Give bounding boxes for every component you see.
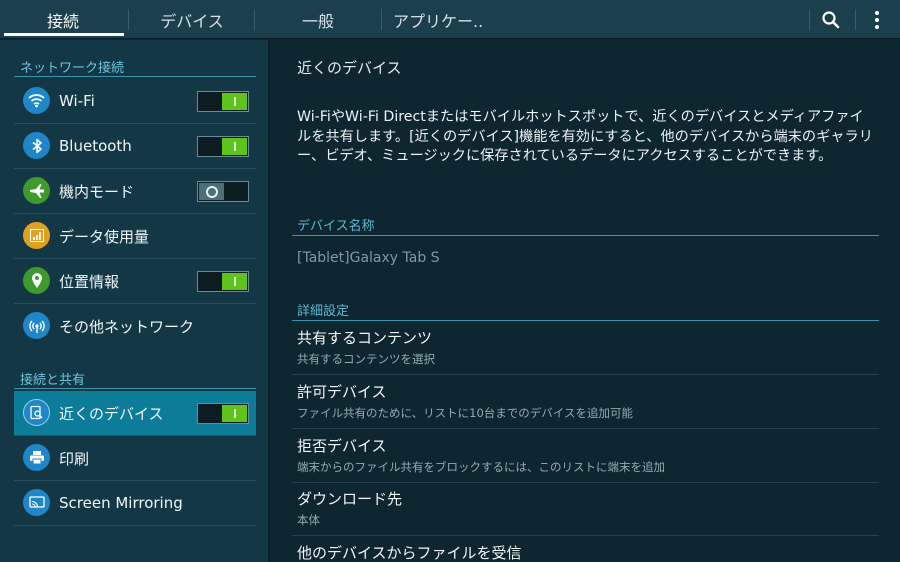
sidebar-item-other-networks[interactable]: その他ネットワーク [14,304,256,348]
setting-shared-content[interactable]: 共有するコンテンツ 共有するコンテンツを選択 [292,322,879,375]
setting-subtitle: ファイル共有のために、リストに10台までのデバイスを追加可能 [297,406,633,420]
toggle-knob [222,138,247,155]
sidebar-item-bluetooth[interactable]: Bluetooth [14,124,256,168]
sidebar-item-airplane-mode[interactable]: 機内モード [14,169,256,213]
location-icon [23,267,50,294]
device-name-value[interactable]: [Tablet]Galaxy Tab S [297,250,440,266]
row-divider [292,535,879,536]
nearby-devices-icon [23,399,50,426]
sidebar-item-location[interactable]: 位置情報 [14,259,256,303]
section-header-device-name: デバイス名称 [297,219,375,234]
setting-download-location[interactable]: ダウンロード先 本体 [292,483,879,536]
sidebar-item-label: 印刷 [59,449,90,468]
setting-title: ダウンロード先 [297,490,403,508]
section-header-network: ネットワーク接続 [20,61,125,76]
nearby-devices-toggle[interactable] [197,403,249,424]
search-icon [822,10,840,28]
section-divider [292,320,879,321]
sidebar-item-screen-mirroring[interactable]: Screen Mirroring [14,481,256,525]
setting-subtitle: 本体 [297,513,320,527]
sidebar-item-label: その他ネットワーク [59,317,195,336]
sidebar-item-label: Wi-Fi [59,92,95,110]
bluetooth-toggle[interactable] [197,136,249,157]
setting-title: 許可デバイス [297,383,387,401]
page-title: 近くのデバイス [297,59,402,77]
toggle-knob [222,273,247,290]
sidebar-item-label: 機内モード [59,182,135,201]
tab-general[interactable]: 一般 [255,0,381,39]
sidebar-item-label: Bluetooth [59,137,132,155]
setting-allowed-devices[interactable]: 許可デバイス ファイル共有のために、リストに10台までのデバイスを追加可能 [292,376,879,429]
section-divider [14,388,256,389]
tab-label: 接続 [46,11,79,31]
network-icon [23,312,50,339]
setting-subtitle: 端末からのファイル共有をブロックするには、このリストに端末を追加 [297,460,665,474]
wifi-toggle[interactable] [197,91,249,112]
tab-label: デバイス [160,11,224,31]
location-toggle[interactable] [197,271,249,292]
sidebar-item-nearby-devices[interactable]: 近くのデバイス [14,391,256,435]
setting-subtitle: 共有するコンテンツを選択 [297,352,435,366]
sidebar-item-data-usage[interactable]: データ使用量 [14,214,256,258]
more-options-button[interactable] [857,0,897,39]
toolbar-divider [855,9,856,30]
sidebar-item-label: Screen Mirroring [59,494,183,512]
toggle-knob [222,405,247,422]
top-tab-bar: 接続 デバイス 一般 アプリケー.. [0,0,900,39]
sidebar-item-print[interactable]: 印刷 [14,436,256,480]
screen-mirroring-icon [23,489,50,516]
setting-title: 他のデバイスからファイルを受信 [297,544,522,562]
bluetooth-icon [23,132,50,159]
tab-label: アプリケー.. [393,11,484,31]
detail-panel: 近くのデバイス Wi-FiやWi-Fi Directまたはモバイルホットスポット… [270,40,900,562]
section-divider [14,76,256,77]
row-divider [292,374,879,375]
print-icon [23,444,50,471]
data-usage-icon [23,222,50,249]
tab-label: 一般 [301,11,334,31]
more-vert-icon [875,10,879,29]
section-header-advanced: 詳細設定 [297,304,350,319]
wifi-icon [23,87,50,114]
sidebar-item-label: 近くのデバイス [59,404,164,423]
toggle-knob [199,183,224,200]
tab-applications[interactable]: アプリケー.. [382,0,492,39]
sidebar-item-wifi[interactable]: Wi-Fi [14,79,256,123]
setting-title: 共有するコンテンツ [297,329,433,347]
section-header-sharing: 接続と共有 [20,373,86,388]
toolbar-divider [809,9,810,30]
airplane-icon [23,177,50,204]
row-divider [292,428,879,429]
setting-title: 拒否デバイス [297,437,387,455]
tab-devices[interactable]: デバイス [129,0,255,39]
setting-receive-files[interactable]: 他のデバイスからファイルを受信 [292,537,879,562]
item-divider [14,525,256,526]
search-button[interactable] [811,0,851,39]
toggle-knob [222,93,247,110]
airplane-mode-toggle[interactable] [197,181,249,202]
setting-blocked-devices[interactable]: 拒否デバイス 端末からのファイル共有をブロックするには、このリストに端末を追加 [292,430,879,483]
section-divider [292,235,879,236]
feature-description: Wi-FiやWi-Fi Directまたはモバイルホットスポットで、近くのデバイ… [297,109,873,164]
tab-connections[interactable]: 接続 [0,0,126,39]
sidebar-item-label: データ使用量 [59,227,150,246]
sidebar-item-label: 位置情報 [59,272,120,291]
